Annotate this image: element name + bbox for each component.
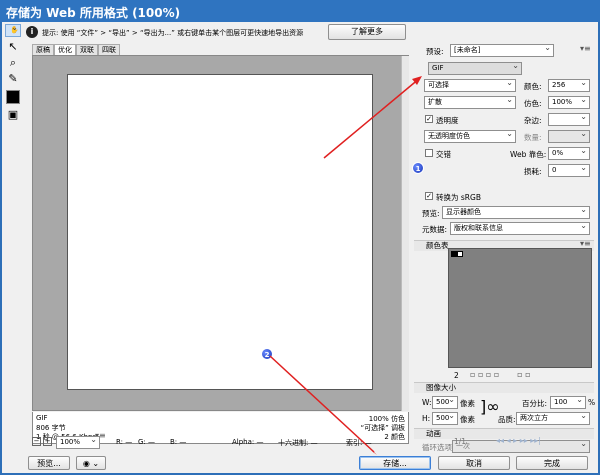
save-for-web-dialog: i 提示: 使用 “文件” > “导出” > “导出为...” 或右键单击某个图… [2,22,598,473]
annotation-arrow-2 [269,355,375,453]
annotation-arrowhead-2 [368,446,377,455]
annotation-arrows [269,76,422,455]
annotation-arrow-1 [323,77,421,159]
window-title: 存储为 Web 所用格式 (100%) [0,0,600,22]
